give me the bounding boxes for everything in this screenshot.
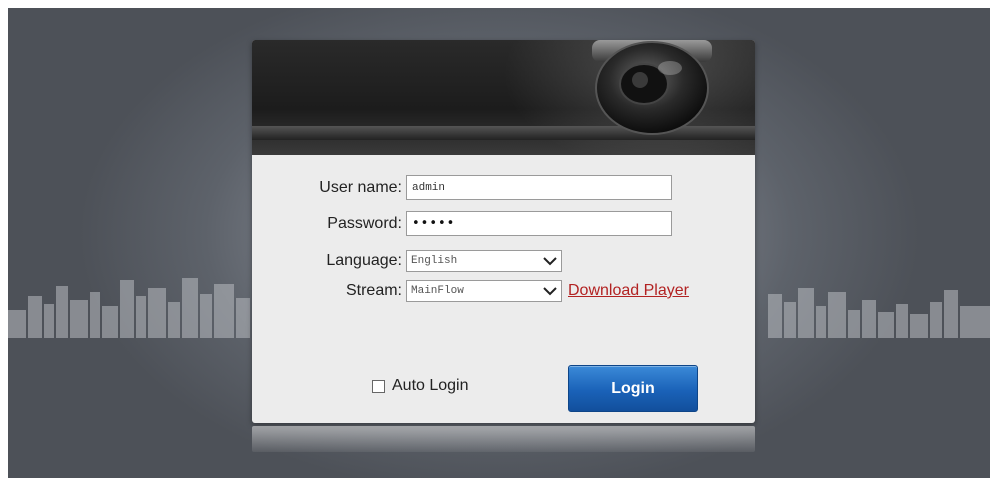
dome-camera-icon	[582, 40, 722, 147]
login-button[interactable]: Login	[568, 365, 698, 412]
download-player-link[interactable]: Download Player	[568, 282, 689, 300]
password-row: Password: •••••	[252, 211, 672, 236]
chevron-down-icon	[543, 257, 557, 266]
panel-reflection	[252, 426, 755, 452]
camera-banner	[252, 40, 755, 155]
password-input[interactable]: •••••	[406, 211, 672, 236]
auto-login-checkbox[interactable]	[372, 379, 385, 393]
auto-login-label: Auto Login	[392, 377, 469, 394]
password-value: •••••	[412, 216, 456, 231]
stream-label: Stream:	[345, 282, 402, 299]
language-value: English	[411, 255, 458, 267]
username-value: admin	[412, 181, 446, 194]
login-panel: User name: admin Password: ••••• Languag…	[252, 40, 755, 423]
username-label: User name:	[319, 178, 402, 196]
login-form: User name: admin Password: ••••• Languag…	[252, 155, 755, 423]
stream-row: Stream: MainFlow Download Player	[252, 280, 689, 302]
password-label: Password:	[327, 214, 402, 232]
language-select[interactable]: English	[406, 250, 562, 272]
stream-select[interactable]: MainFlow	[406, 280, 562, 302]
auto-login-option[interactable]: Auto Login	[372, 377, 469, 395]
username-input[interactable]: admin	[406, 175, 672, 200]
language-row: Language: English	[252, 250, 562, 272]
username-row: User name: admin	[252, 175, 672, 200]
chevron-down-icon	[543, 287, 557, 296]
language-label: Language:	[326, 252, 402, 269]
stream-value: MainFlow	[411, 285, 464, 297]
